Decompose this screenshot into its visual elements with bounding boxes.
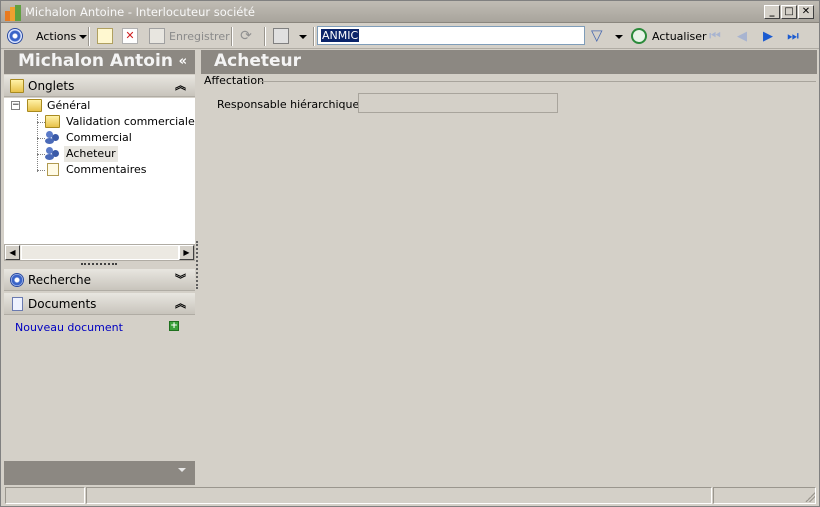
scroll-left-icon[interactable]: ◀ xyxy=(5,245,20,260)
folder-icon xyxy=(10,79,24,93)
documents-section-label: Documents xyxy=(28,297,97,311)
tree-item-label: Acheteur xyxy=(64,146,118,162)
window-title: Michalon Antoine - Interlocuteur société xyxy=(25,5,255,19)
tree-line xyxy=(37,122,45,123)
actions-menu-button[interactable]: Actions xyxy=(36,27,88,47)
resize-grip-icon[interactable] xyxy=(805,492,815,502)
chevron-down-icon[interactable]: ︾ xyxy=(175,271,186,287)
close-button[interactable]: ✕ xyxy=(798,5,814,19)
responsable-hierarchique-field[interactable] xyxy=(358,93,558,113)
collapse-node-icon[interactable]: − xyxy=(11,101,20,110)
tree-line xyxy=(37,154,45,155)
toolbar-separator xyxy=(231,27,233,46)
home-icon[interactable] xyxy=(7,28,23,44)
delete-icon[interactable]: ✕ xyxy=(122,28,138,44)
application-window: Michalon Antoine - Interlocuteur société… xyxy=(0,0,820,507)
filter-dropdown-button[interactable] xyxy=(612,27,623,47)
folder-icon xyxy=(45,115,60,128)
search-section-label: Recherche xyxy=(28,273,92,287)
tree-item-label: Validation commerciale / BA xyxy=(66,115,195,128)
group-title: Affectation xyxy=(204,74,265,87)
search-field[interactable]: ANMIC xyxy=(317,26,585,45)
chevron-down-icon[interactable] xyxy=(178,468,186,472)
tabs-section-label: Onglets xyxy=(28,79,75,93)
tree-horizontal-scrollbar[interactable]: ◀ ▶ xyxy=(4,244,195,261)
contact-name: Michalon Antoine xyxy=(18,51,173,71)
people-icon xyxy=(45,131,60,144)
toolbar: Actions ✕ Enregistrer ⟳ ANMIC ▽ Actualis… xyxy=(1,24,819,49)
tabs-tree: − Général Validation commerciale / BA Co… xyxy=(4,98,195,244)
documents-section-header[interactable]: Documents ︽ xyxy=(4,293,195,315)
print-dropdown-button[interactable] xyxy=(296,27,307,47)
search-input[interactable]: ANMIC xyxy=(321,29,360,42)
contact-name-header: Michalon Antoine « xyxy=(4,50,195,74)
refresh-button[interactable]: Actualiser xyxy=(652,27,707,47)
toolbar-separator xyxy=(264,27,266,46)
status-cell xyxy=(86,487,712,504)
add-document-icon[interactable]: + xyxy=(169,321,179,331)
scroll-thumb[interactable] xyxy=(21,245,179,260)
save-icon xyxy=(149,28,165,44)
collapse-panel-icon[interactable]: « xyxy=(179,54,187,69)
people-icon xyxy=(45,147,60,160)
tree-item-label: Général xyxy=(47,99,91,112)
filter-icon[interactable]: ▽ xyxy=(591,27,607,43)
last-record-icon[interactable]: ⏭ xyxy=(783,27,803,47)
new-document-link[interactable]: Nouveau document xyxy=(15,321,123,334)
maximize-button[interactable]: □ xyxy=(781,5,797,19)
panel-splitter-handle[interactable] xyxy=(81,263,117,266)
folder-icon xyxy=(27,99,42,112)
chevron-down-icon xyxy=(299,35,307,39)
group-divider xyxy=(260,81,816,82)
toolbar-separator xyxy=(88,27,90,46)
save-button[interactable]: Enregistrer xyxy=(169,27,230,47)
print-icon[interactable] xyxy=(273,28,289,44)
tree-item-label: Commentaires xyxy=(66,163,147,176)
previous-record-icon[interactable]: ◀ xyxy=(732,27,752,47)
page-title: Acheteur xyxy=(214,51,302,71)
chevron-up-icon[interactable]: ︽ xyxy=(175,77,186,93)
refresh-icon[interactable] xyxy=(631,28,647,44)
search-section-header[interactable]: Recherche ︾ xyxy=(4,269,195,291)
new-record-icon[interactable] xyxy=(97,28,113,44)
documents-icon xyxy=(12,297,23,311)
sync-icon[interactable]: ⟳ xyxy=(238,28,254,44)
scroll-right-icon[interactable]: ▶ xyxy=(179,245,194,260)
vertical-splitter-handle[interactable] xyxy=(196,241,198,289)
tree-item-label: Commercial xyxy=(66,131,132,144)
status-cell xyxy=(5,487,85,504)
next-record-icon[interactable]: ▶ xyxy=(758,27,778,47)
toolbar-separator xyxy=(313,27,315,46)
chevron-down-icon xyxy=(615,35,623,39)
actions-label: Actions xyxy=(36,30,77,43)
tree-line xyxy=(37,170,45,171)
tree-line xyxy=(37,138,45,139)
document-icon xyxy=(47,163,59,176)
search-section-icon xyxy=(10,273,24,287)
app-logo-icon xyxy=(5,5,21,21)
status-cell xyxy=(713,487,816,504)
page-header: Acheteur xyxy=(201,50,817,74)
status-bar xyxy=(1,486,819,506)
left-panel-footer xyxy=(4,461,195,485)
title-bar[interactable]: Michalon Antoine - Interlocuteur société… xyxy=(1,1,819,23)
minimize-button[interactable]: _ xyxy=(764,5,780,19)
first-record-icon[interactable]: ⏮ xyxy=(705,27,725,47)
chevron-up-icon[interactable]: ︽ xyxy=(175,295,186,311)
responsable-hierarchique-label: Responsable hiérarchique : xyxy=(217,98,367,111)
chevron-down-icon xyxy=(79,35,88,39)
tabs-section-header[interactable]: Onglets ︽ xyxy=(4,75,195,97)
